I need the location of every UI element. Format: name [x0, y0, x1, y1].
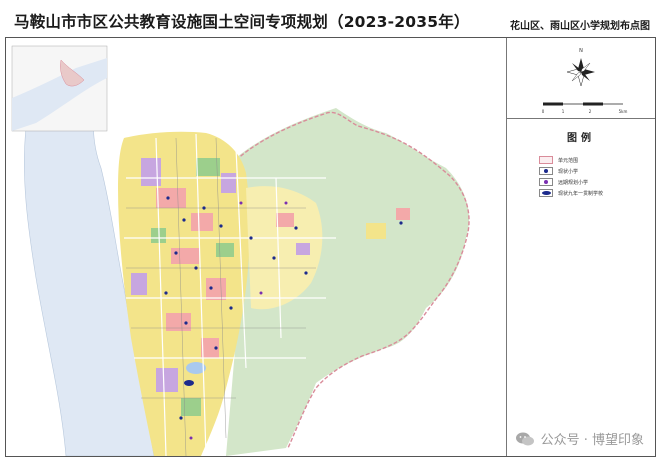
svg-text:1: 1	[562, 109, 565, 114]
legend-item-boundary: 单元范围	[539, 155, 578, 165]
svg-text:N: N	[579, 48, 583, 54]
title-bar: 马鞍山市市区公共教育设施国土空间专项规划（2023-2035年） 花山区、雨山区…	[0, 0, 660, 36]
compass-rose-icon: N 0 1 2 5km	[542, 48, 628, 114]
legend-item-planned-school: 远期规划小学	[539, 177, 588, 187]
svg-text:0: 0	[542, 109, 545, 114]
wechat-icon	[515, 431, 535, 447]
boundary-line-icon	[539, 156, 553, 164]
map-subtitle: 花山区、雨山区小学规划布点图	[510, 21, 650, 32]
side-panel: N 0 1 2 5km 图例 单元范围 现状小学 远期规划小学 现状九年一贯制学…	[507, 38, 655, 456]
compass-box: N 0 1 2 5km	[507, 38, 655, 119]
nine-year-school-oval-icon	[539, 189, 553, 197]
page-title: 马鞍山市市区公共教育设施国土空间专项规划（2023-2035年）	[14, 13, 470, 31]
watermark-text: 公众号 · 博望印象	[540, 433, 644, 448]
legend: 图例 单元范围 现状小学 远期规划小学 现状九年一贯制学校	[507, 119, 655, 239]
svg-text:2: 2	[589, 109, 592, 114]
planned-school-dot-icon	[539, 178, 553, 186]
legend-item-existing-school: 现状小学	[539, 166, 578, 176]
land-use-map	[6, 38, 506, 456]
nine-year-school-marker	[184, 380, 194, 386]
svg-text:5km: 5km	[619, 109, 628, 114]
legend-title: 图例	[567, 133, 595, 144]
watermark: 公众号 · 博望印象	[515, 429, 644, 448]
map-canvas[interactable]	[6, 38, 507, 456]
existing-school-dot-icon	[539, 167, 553, 175]
legend-item-nine-year-school: 现状九年一贯制学校	[539, 188, 603, 198]
